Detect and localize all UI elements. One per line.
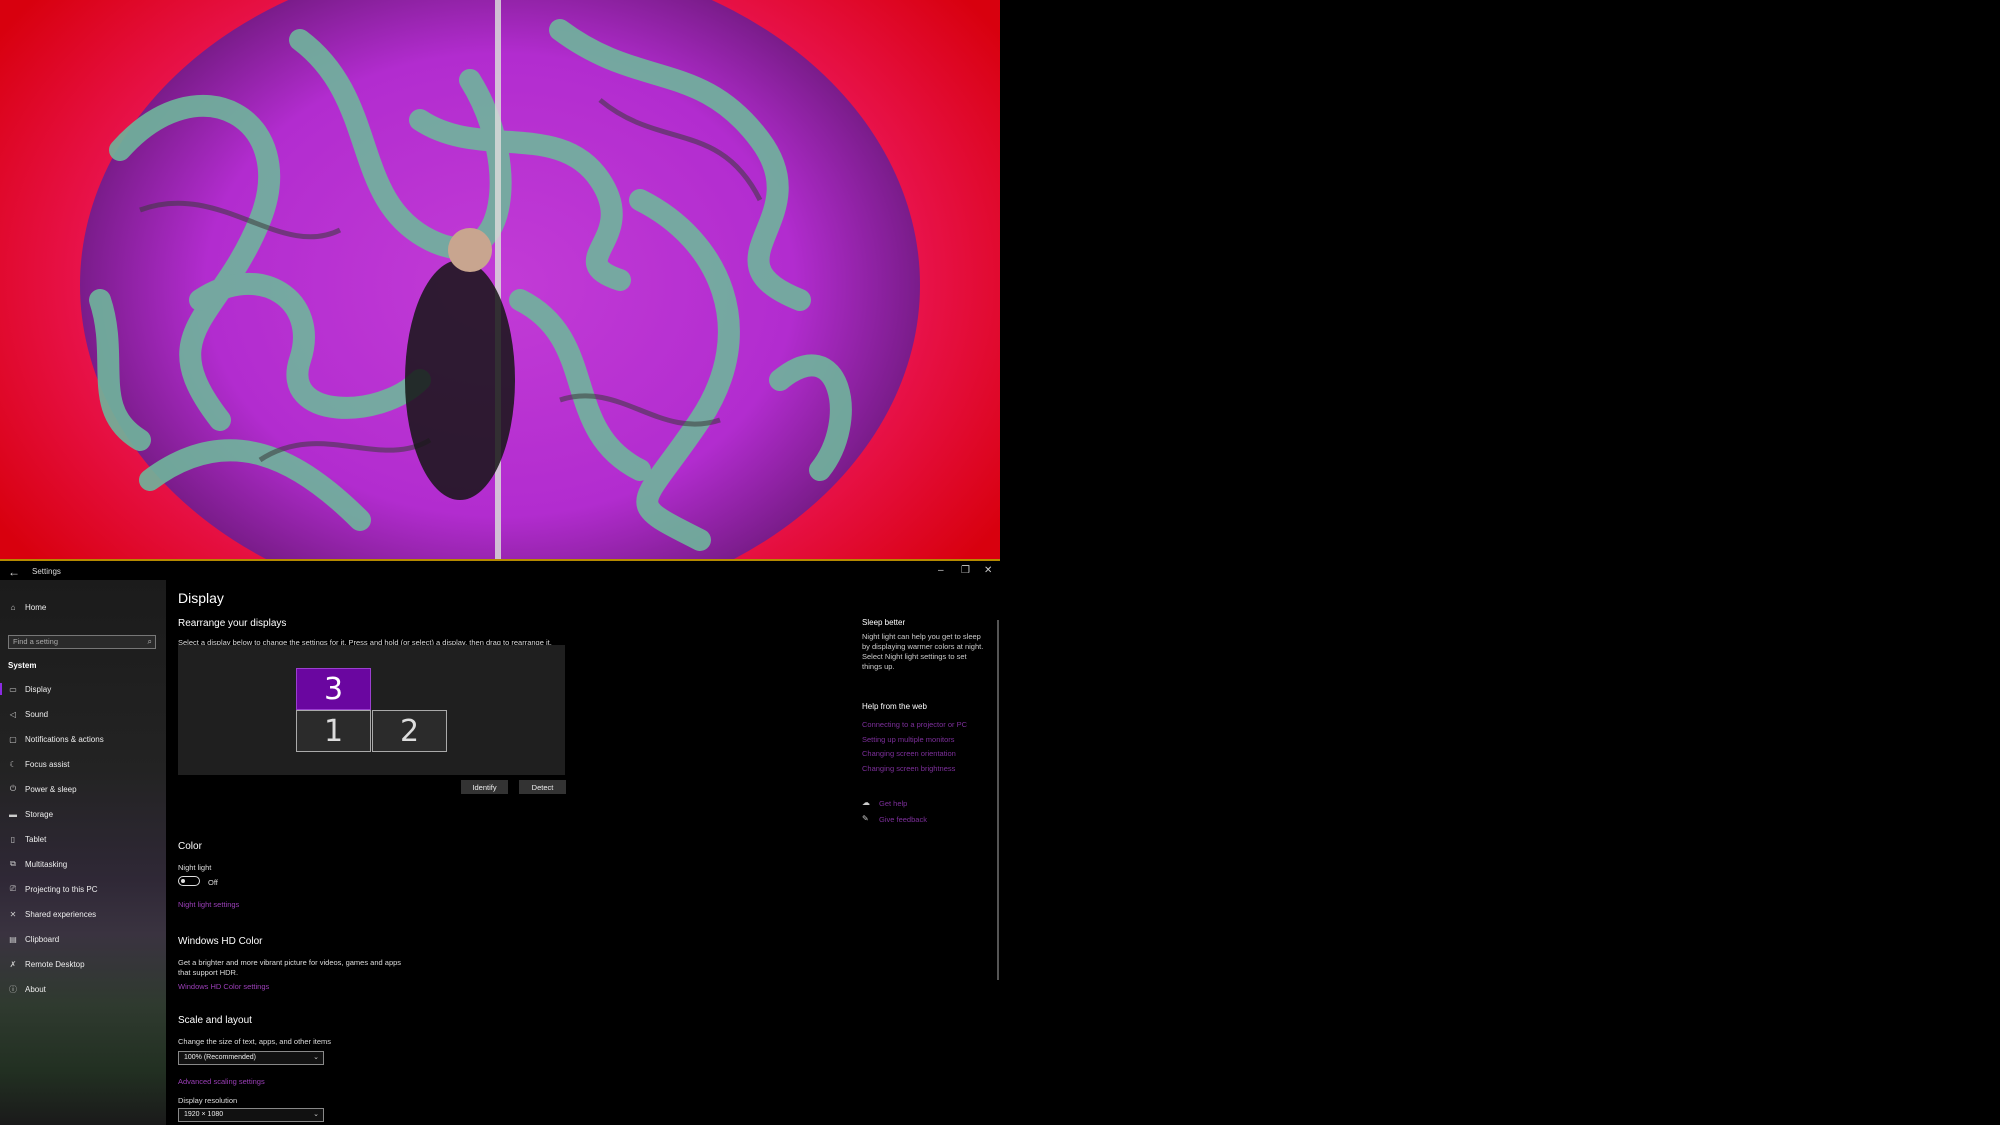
night-light-label: Night light	[178, 863, 212, 872]
page-title: Display	[178, 590, 224, 606]
night-light-settings-link[interactable]: Night light settings	[178, 900, 239, 909]
close-icon[interactable]: ✕	[984, 565, 992, 576]
sidebar-item-clipboard[interactable]: ▤ Clipboard	[8, 932, 59, 946]
scale-size-label: Change the size of text, apps, and other…	[178, 1037, 332, 1046]
sidebar-item-label: Shared experiences	[25, 909, 97, 919]
sidebar-item-display[interactable]: ▭ Display	[8, 682, 51, 696]
desktop-wallpaper	[0, 0, 1000, 561]
color-heading: Color	[178, 841, 202, 852]
wallpaper-artwork	[80, 0, 920, 559]
notifications-icon: ▢	[9, 734, 17, 744]
search-placeholder: Find a setting	[13, 637, 59, 646]
sidebar-item-storage[interactable]: ▬ Storage	[8, 807, 53, 821]
sidebar-item-home[interactable]: ⌂ Home	[8, 600, 47, 614]
toggle-knob	[181, 879, 185, 883]
scale-value: 100% (Recommended)	[184, 1054, 256, 1061]
display-arrangement-area: 3 1 2	[178, 645, 565, 775]
help-link-brightness[interactable]: Changing screen brightness	[862, 764, 955, 773]
help-link-multiple-monitors[interactable]: Setting up multiple monitors	[862, 735, 955, 744]
info-icon: ⓘ	[9, 984, 17, 994]
resolution-dropdown[interactable]: 1920 × 1080 ⌄	[178, 1108, 324, 1122]
sidebar: ⌂ Home Find a setting ⌕ System ▭ Display…	[0, 580, 166, 1125]
chevron-down-icon: ⌄	[313, 1111, 319, 1118]
resolution-label: Display resolution	[178, 1096, 238, 1105]
sidebar-item-label: Power & sleep	[25, 784, 77, 794]
sleep-heading: Sleep better	[862, 618, 906, 627]
settings-window: ← Settings – ❐ ✕ ⌂ Home Find a setting ⌕…	[0, 562, 1000, 1125]
detect-button[interactable]: Detect	[519, 780, 566, 794]
back-arrow-icon[interactable]: ←	[8, 565, 20, 579]
title-bar: ← Settings – ❐ ✕	[0, 562, 1000, 580]
feedback-icon: ✎	[862, 814, 869, 823]
help-heading: Help from the web	[862, 702, 927, 711]
sidebar-item-label: About	[25, 984, 46, 994]
resolution-value: 1920 × 1080	[184, 1111, 224, 1118]
sidebar-item-label: Remote Desktop	[25, 959, 85, 969]
give-feedback-link[interactable]: Give feedback	[879, 815, 927, 824]
minimize-icon[interactable]: –	[938, 565, 944, 576]
sidebar-item-shared-experiences[interactable]: ✕ Shared experiences	[8, 907, 97, 921]
storage-icon: ▬	[9, 809, 17, 819]
sidebar-item-label: Sound	[25, 709, 49, 719]
tablet-icon: ▯	[10, 834, 16, 844]
sidebar-item-projecting[interactable]: ⎚ Projecting to this PC	[8, 882, 98, 896]
hdr-settings-link[interactable]: Windows HD Color settings	[178, 982, 269, 991]
scrollbar[interactable]	[997, 620, 999, 980]
clipboard-icon: ▤	[9, 934, 17, 944]
projecting-icon: ⎚	[9, 884, 17, 893]
power-icon: ⏻	[9, 784, 17, 793]
sidebar-item-label: Focus assist	[25, 759, 70, 769]
restore-icon[interactable]: ❐	[961, 565, 970, 576]
help-link-projector[interactable]: Connecting to a projector or PC	[862, 720, 967, 729]
sidebar-item-notifications[interactable]: ▢ Notifications & actions	[8, 732, 104, 746]
section-label: System	[8, 661, 37, 670]
search-input[interactable]: Find a setting ⌕	[8, 635, 156, 649]
sleep-text: Night light can help you get to sleep by…	[862, 632, 984, 671]
monitor-3-tile[interactable]: 3	[296, 668, 371, 710]
rearrange-heading: Rearrange your displays	[178, 618, 287, 629]
chevron-down-icon: ⌄	[313, 1054, 319, 1061]
shared-icon: ✕	[9, 909, 17, 919]
hdr-description-line1: Get a brighter and more vibrant picture …	[178, 958, 402, 967]
sidebar-item-label: Multitasking	[25, 859, 68, 869]
window-title: Settings	[32, 567, 61, 576]
scale-heading: Scale and layout	[178, 1015, 252, 1026]
sidebar-item-sound[interactable]: ◁ Sound	[8, 707, 48, 721]
sidebar-item-remote-desktop[interactable]: ✗ Remote Desktop	[8, 957, 85, 971]
night-light-toggle[interactable]	[178, 876, 200, 886]
sidebar-item-focus-assist[interactable]: ☾ Focus assist	[8, 757, 69, 771]
hdr-heading: Windows HD Color	[178, 936, 263, 947]
moon-icon: ☾	[9, 759, 17, 769]
search-icon: ⌕	[147, 637, 152, 646]
sidebar-item-about[interactable]: ⓘ About	[8, 982, 46, 996]
active-indicator	[0, 683, 2, 695]
sidebar-item-label: Clipboard	[25, 934, 60, 944]
scale-dropdown[interactable]: 100% (Recommended) ⌄	[178, 1051, 324, 1065]
sidebar-item-power[interactable]: ⏻ Power & sleep	[8, 782, 77, 796]
monitor-icon: ▭	[9, 684, 17, 694]
advanced-scaling-link[interactable]: Advanced scaling settings	[178, 1077, 265, 1086]
sidebar-item-tablet[interactable]: ▯ Tablet	[8, 832, 47, 846]
remote-desktop-icon: ✗	[9, 959, 17, 969]
multitasking-icon: ⧉	[10, 859, 16, 868]
sidebar-item-label: Home	[25, 602, 47, 612]
speaker-icon: ◁	[9, 709, 17, 719]
sidebar-item-label: Tablet	[25, 834, 47, 844]
sidebar-item-label: Storage	[25, 809, 54, 819]
sidebar-item-label: Projecting to this PC	[25, 884, 98, 894]
sidebar-item-multitasking[interactable]: ⧉ Multitasking	[8, 857, 67, 871]
help-link-orientation[interactable]: Changing screen orientation	[862, 749, 956, 758]
monitor-2-tile[interactable]: 2	[372, 710, 447, 752]
home-icon: ⌂	[10, 602, 16, 612]
sidebar-item-label: Notifications & actions	[25, 734, 104, 744]
night-light-state: Off	[208, 878, 218, 887]
monitor-1-tile[interactable]: 1	[296, 710, 371, 752]
get-help-icon: ☁	[862, 798, 870, 807]
get-help-link[interactable]: Get help	[879, 799, 907, 808]
identify-button[interactable]: Identify	[461, 780, 508, 794]
sidebar-item-label: Display	[25, 684, 52, 694]
hdr-description-line2: that support HDR.	[178, 968, 239, 977]
